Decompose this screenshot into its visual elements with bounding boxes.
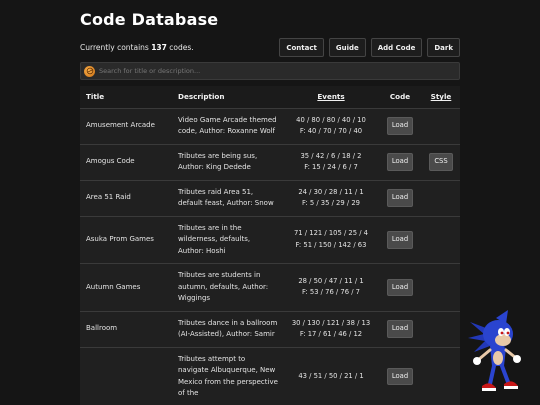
page-title: Code Database bbox=[80, 10, 219, 29]
code-count-text: Currently contains 137 codes. bbox=[80, 43, 194, 52]
row-events: 71 / 121 / 105 / 25 / 4 F: 51 / 150 / 142… bbox=[284, 216, 378, 264]
table-row: Amogus Code Tributes are being sus, Autho… bbox=[80, 144, 460, 181]
css-button[interactable]: CSS bbox=[429, 153, 453, 171]
code-table: Title Description Events Code Style Amus… bbox=[80, 86, 460, 405]
row-code-cell: Load bbox=[378, 263, 422, 312]
add-code-button[interactable]: Add Code bbox=[370, 38, 423, 57]
row-title: Ballroom bbox=[80, 311, 172, 348]
header-description: Description bbox=[172, 86, 284, 109]
row-style-cell bbox=[422, 311, 460, 348]
row-description: Video Game Arcade themed code, Author: R… bbox=[172, 108, 284, 145]
dark-mode-button[interactable]: Dark bbox=[427, 38, 460, 57]
count-value: 137 bbox=[151, 43, 167, 52]
row-description: Tributes dance in a ballroom (AI-Assiste… bbox=[172, 311, 284, 348]
row-style-cell bbox=[422, 216, 460, 264]
load-button[interactable]: Load bbox=[386, 153, 414, 171]
events-line-2: F: 53 / 76 / 76 / 7 bbox=[302, 288, 360, 297]
row-events: 30 / 130 / 121 / 38 / 13 F: 17 / 61 / 46 … bbox=[284, 311, 378, 348]
table-row: Area 51 Raid Tributes raid Area 51, defau… bbox=[80, 180, 460, 217]
row-title: Area 51 Raid bbox=[80, 180, 172, 217]
row-title: Autumn Games bbox=[80, 263, 172, 312]
count-suffix: codes. bbox=[169, 43, 194, 52]
row-title bbox=[80, 347, 172, 405]
row-description: Tributes are being sus, Author: King Ded… bbox=[172, 144, 284, 181]
sonic-mascot-image bbox=[468, 310, 521, 391]
row-events: 35 / 42 / 6 / 18 / 2 F: 15 / 24 / 6 / 7 bbox=[284, 144, 378, 181]
row-code-cell: Load bbox=[378, 144, 422, 181]
events-line-2: F: 5 / 35 / 29 / 29 bbox=[302, 199, 360, 207]
events-line-1: 35 / 42 / 6 / 18 / 2 bbox=[300, 151, 362, 160]
guide-button[interactable]: Guide bbox=[328, 38, 366, 57]
row-style-cell: CSS bbox=[422, 144, 460, 181]
row-description: Tributes are in the wilderness, defaults… bbox=[172, 216, 284, 264]
events-line-2: F: 17 / 61 / 46 / 12 bbox=[299, 330, 363, 338]
search-input[interactable] bbox=[99, 67, 439, 75]
header-style-sort[interactable]: Style bbox=[422, 86, 460, 109]
events-line-1: 43 / 51 / 50 / 21 / 1 bbox=[298, 371, 364, 380]
header-events-sort[interactable]: Events bbox=[284, 86, 378, 109]
row-code-cell: Load bbox=[378, 347, 422, 405]
table-row: Autumn Games Tributes are students in aut… bbox=[80, 263, 460, 312]
load-button[interactable]: Load bbox=[386, 231, 414, 249]
events-line-1: 24 / 30 / 28 / 11 / 1 bbox=[298, 187, 364, 196]
load-button[interactable]: Load bbox=[386, 367, 414, 386]
table-row: Asuka Prom Games Tributes are in the wild… bbox=[80, 216, 460, 264]
row-events: 43 / 51 / 50 / 21 / 1 bbox=[284, 347, 378, 405]
row-title: Amusement Arcade bbox=[80, 108, 172, 145]
events-line-1: 40 / 80 / 80 / 40 / 10 bbox=[296, 115, 366, 124]
row-description: Tributes attempt to navigate Albuquerque… bbox=[172, 347, 284, 405]
events-line-2: F: 15 / 24 / 6 / 7 bbox=[304, 163, 358, 171]
table-header-row: Title Description Events Code Style bbox=[80, 86, 460, 109]
events-line-1: 30 / 130 / 121 / 38 / 13 bbox=[291, 318, 371, 327]
load-button[interactable]: Load bbox=[386, 117, 414, 135]
row-style-cell bbox=[422, 263, 460, 312]
header-code: Code bbox=[378, 86, 422, 109]
table-row: Amusement Arcade Video Game Arcade themed… bbox=[80, 108, 460, 145]
row-code-cell: Load bbox=[378, 180, 422, 217]
load-button[interactable]: Load bbox=[386, 320, 414, 338]
search-bar bbox=[80, 62, 460, 80]
hunger-games-emblem-icon bbox=[84, 65, 95, 77]
row-description: Tributes raid Area 51, default feast, Au… bbox=[172, 180, 284, 217]
row-events: 24 / 30 / 28 / 11 / 1 F: 5 / 35 / 29 / 29 bbox=[284, 180, 378, 217]
row-title: Asuka Prom Games bbox=[80, 216, 172, 264]
events-line-1: 28 / 50 / 47 / 11 / 1 bbox=[298, 276, 364, 285]
row-style-cell bbox=[422, 108, 460, 145]
events-line-2: F: 40 / 70 / 70 / 40 bbox=[299, 127, 363, 135]
load-button[interactable]: Load bbox=[386, 278, 414, 296]
toolbar: Contact Guide Add Code Dark bbox=[279, 38, 460, 57]
header-events-label: Events bbox=[317, 92, 345, 102]
row-style-cell bbox=[422, 180, 460, 217]
events-line-1: 71 / 121 / 105 / 25 / 4 bbox=[293, 229, 368, 238]
table-row: Ballroom Tributes dance in a ballroom (AI… bbox=[80, 311, 460, 348]
row-events: 40 / 80 / 80 / 40 / 10 F: 40 / 70 / 70 / … bbox=[284, 108, 378, 145]
row-events: 28 / 50 / 47 / 11 / 1 F: 53 / 76 / 76 / 7 bbox=[284, 263, 378, 312]
row-code-cell: Load bbox=[378, 311, 422, 348]
row-description: Tributes are students in autumn, default… bbox=[172, 263, 284, 312]
count-prefix: Currently contains bbox=[80, 43, 149, 52]
table-row: Tributes attempt to navigate Albuquerque… bbox=[80, 347, 460, 405]
load-button[interactable]: Load bbox=[386, 189, 414, 207]
row-code-cell: Load bbox=[378, 108, 422, 145]
row-style-cell bbox=[422, 347, 460, 405]
header-title: Title bbox=[80, 86, 172, 109]
header-style-label: Style bbox=[430, 92, 452, 102]
contact-button[interactable]: Contact bbox=[279, 38, 324, 57]
row-code-cell: Load bbox=[378, 216, 422, 264]
row-title: Amogus Code bbox=[80, 144, 172, 181]
events-line-2: F: 51 / 150 / 142 / 63 bbox=[295, 240, 367, 249]
